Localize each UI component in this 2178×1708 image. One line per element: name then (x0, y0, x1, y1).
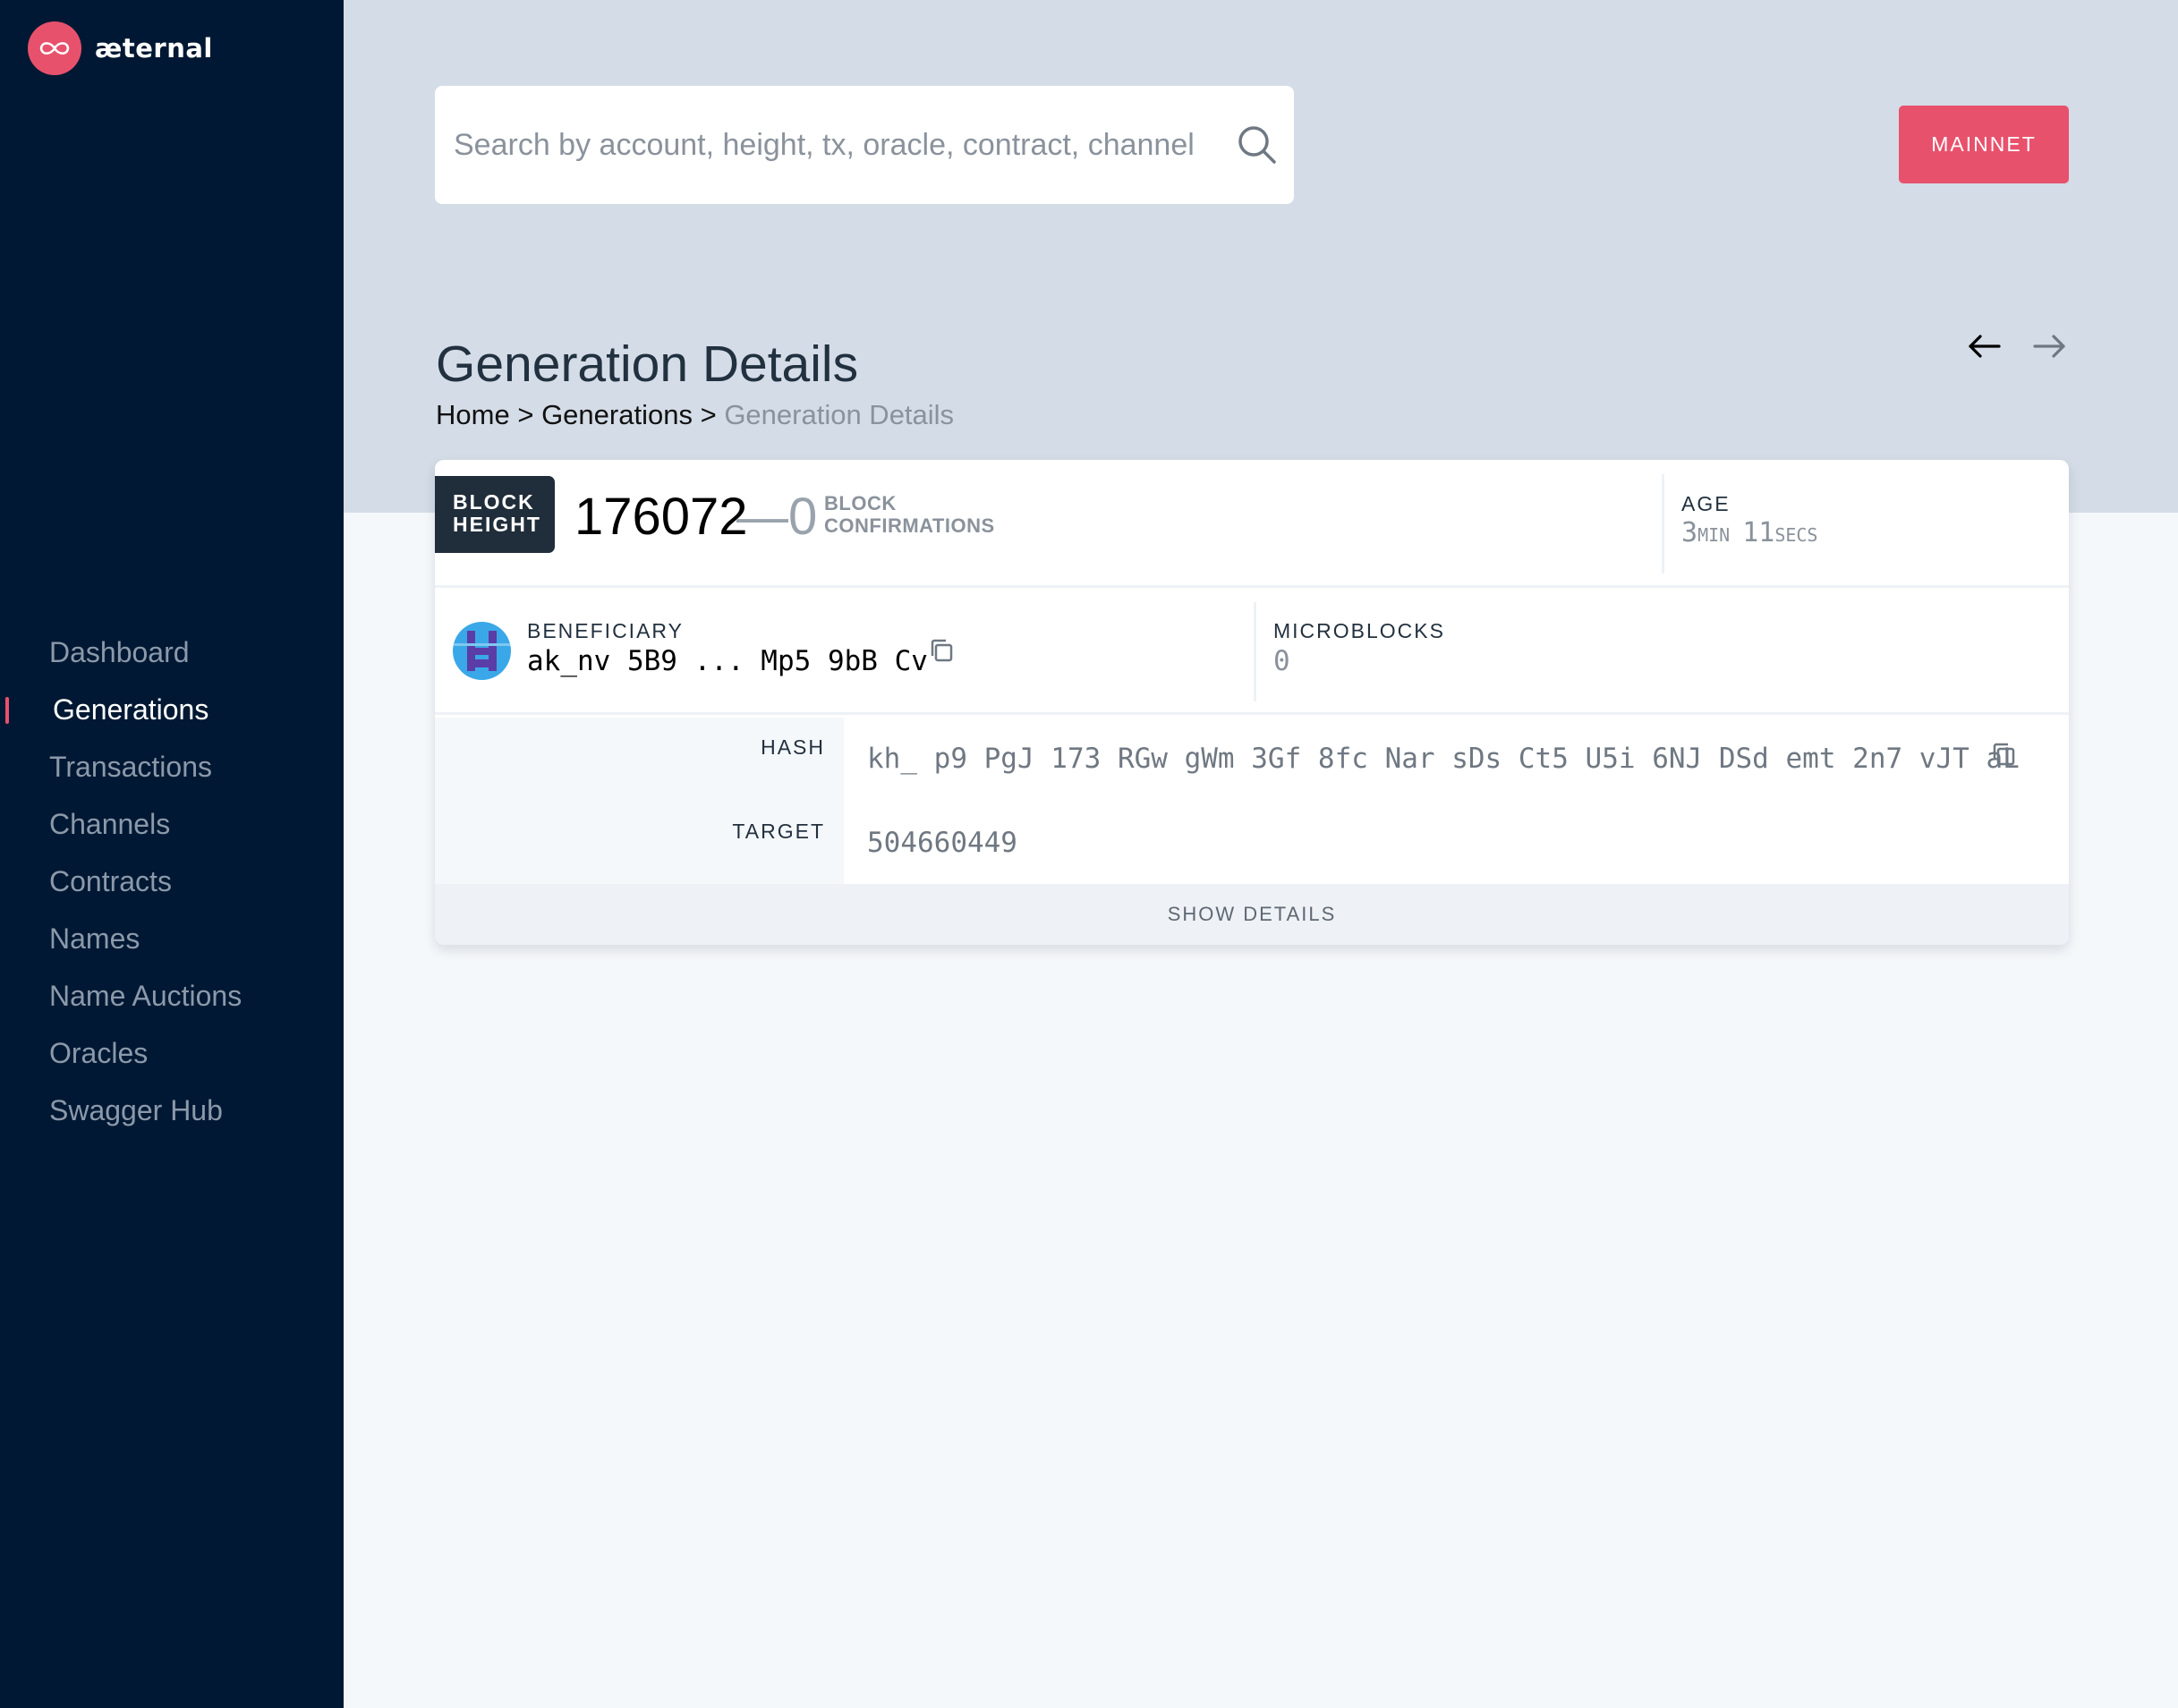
sidebar-item-names[interactable]: Names (0, 910, 344, 967)
block-height-badge: BLOCK HEIGHT (435, 476, 555, 553)
sidebar-item-contracts[interactable]: Contracts (0, 853, 344, 910)
sidebar-item-generations[interactable]: Generations (0, 681, 344, 738)
sidebar: æternal Dashboard Generations Transactio… (0, 0, 344, 1708)
copy-icon[interactable] (1990, 741, 2017, 768)
copy-icon[interactable] (928, 637, 955, 664)
breadcrumb-separator: > (517, 399, 534, 430)
show-details-button[interactable]: SHOW DETAILS (435, 884, 2069, 945)
block-height-row: BLOCK HEIGHT 176072 —0 BLOCK CONFIRMATIO… (435, 460, 2069, 588)
microblocks-value: 0 (1273, 645, 1290, 677)
generation-card: BLOCK HEIGHT 176072 —0 BLOCK CONFIRMATIO… (435, 460, 2069, 945)
arrow-right-icon[interactable] (2029, 327, 2069, 366)
breadcrumb-generations[interactable]: Generations (541, 399, 693, 430)
network-select-button[interactable]: MAINNET (1899, 106, 2069, 183)
divider (1254, 602, 1256, 701)
app-logo[interactable]: æternal (28, 21, 213, 75)
block-height-value: 176072 (574, 488, 748, 546)
target-label: TARGET (732, 820, 825, 843)
block-height-label: HEIGHT (453, 513, 541, 536)
beneficiary-address[interactable]: ak_nv 5B9 ... Mp5 9bB Cv (527, 645, 928, 677)
arrow-left-icon[interactable] (1965, 327, 2004, 366)
beneficiary-label: BENEFICIARY (527, 619, 684, 642)
sidebar-item-transactions[interactable]: Transactions (0, 738, 344, 795)
breadcrumb-current: Generation Details (724, 399, 955, 430)
sidebar-item-dashboard[interactable]: Dashboard (0, 624, 344, 681)
hash-row: HASH kh_ p9 PgJ 173 RGw gWm 3Gf 8fc Nar … (435, 718, 2069, 802)
hash-value[interactable]: kh_ p9 PgJ 173 RGw gWm 3Gf 8fc Nar sDs C… (844, 718, 2069, 802)
sidebar-item-name-auctions[interactable]: Name Auctions (0, 967, 344, 1024)
search-icon[interactable] (1237, 124, 1278, 166)
divider (1662, 474, 1664, 574)
age-label: AGE (1681, 492, 1731, 515)
app-logo-text: æternal (95, 33, 213, 64)
breadcrumb-home[interactable]: Home (436, 399, 510, 430)
search-input[interactable] (435, 86, 1204, 204)
sidebar-item-swagger-hub[interactable]: Swagger Hub (0, 1082, 344, 1139)
beneficiary-row: BENEFICIARY ak_nv 5B9 ... Mp5 9bB Cv MIC… (435, 588, 2069, 715)
target-value: 504660449 (844, 802, 2069, 884)
target-row: TARGET 504660449 (435, 802, 2069, 884)
breadcrumb: Home > Generations > Generation Details (436, 399, 954, 431)
block-confirmations-value: —0 (736, 488, 818, 546)
sidebar-item-oracles[interactable]: Oracles (0, 1024, 344, 1082)
block-confirmations-label: BLOCK CONFIRMATIONS (824, 492, 995, 537)
hash-label: HASH (761, 735, 825, 759)
header-band (344, 0, 2178, 513)
age-value: 3MIN 11SECS (1681, 517, 1818, 548)
sidebar-item-channels[interactable]: Channels (0, 795, 344, 853)
microblocks-label: MICROBLOCKS (1273, 619, 1445, 642)
beneficiary-avatar (453, 622, 511, 680)
search-bar (435, 86, 1294, 204)
sidebar-nav: Dashboard Generations Transactions Chann… (0, 624, 344, 1139)
block-height-label: BLOCK (453, 490, 535, 514)
page-title: Generation Details (436, 336, 859, 393)
aeternity-infinity-icon (28, 21, 81, 75)
breadcrumb-separator: > (700, 399, 717, 430)
